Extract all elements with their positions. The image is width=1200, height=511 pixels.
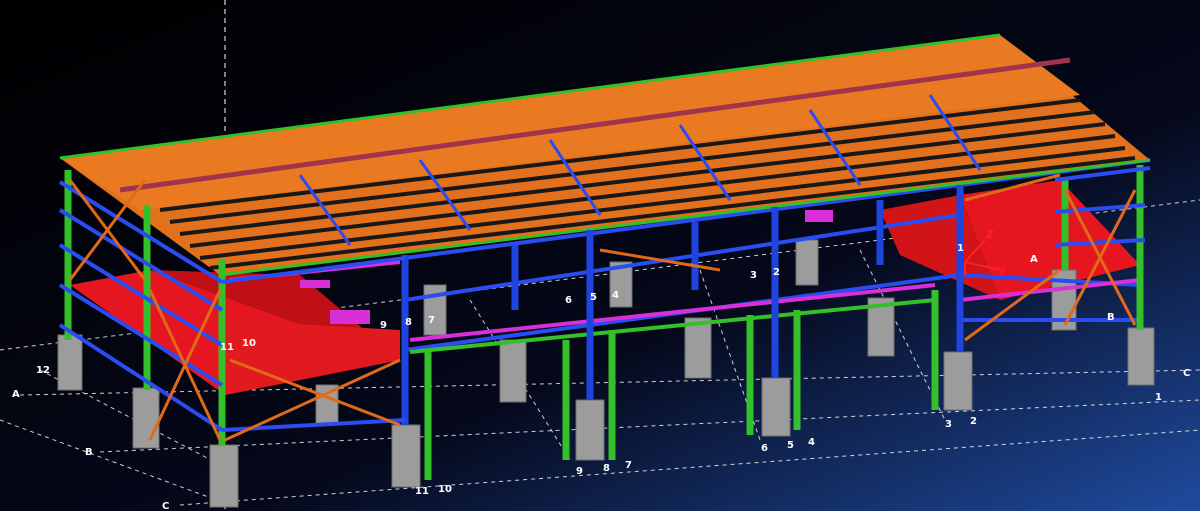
grid-label-8-mid: 8 xyxy=(405,317,412,328)
grid-label-1-mid: 1 xyxy=(957,243,964,254)
structure-3d-view[interactable]: A B C A B C 12 11 10 9 8 7 6 5 4 3 2 1 1… xyxy=(0,0,1200,511)
grid-label-4-mid: 4 xyxy=(612,290,619,301)
grid-label-8-front: 8 xyxy=(603,463,610,474)
grid-label-6-mid: 6 xyxy=(565,295,572,306)
grid-label-4-front: 4 xyxy=(808,437,815,448)
grid-label-2-front: 2 xyxy=(970,416,977,427)
grid-label-11-mid: 11 xyxy=(220,342,234,353)
model-viewport[interactable]: A B C A B C 12 11 10 9 8 7 6 5 4 3 2 1 1… xyxy=(0,0,1200,511)
grid-label-c-back: C xyxy=(1183,368,1190,379)
grid-label-11-front: 11 xyxy=(415,486,429,497)
grid-label-1-front: 1 xyxy=(1155,392,1162,403)
grid-label-7-mid: 7 xyxy=(428,315,435,326)
grid-label-c-front: C xyxy=(162,501,169,511)
grid-label-b-back: B xyxy=(1107,312,1115,323)
grid-label-3-front: 3 xyxy=(945,419,952,430)
grid-label-2-mid: 2 xyxy=(773,267,780,278)
grid-label-6-front: 6 xyxy=(761,443,768,454)
grid-label-7-front: 7 xyxy=(625,460,632,471)
grid-label-a-back: A xyxy=(1030,254,1038,265)
grid-label-5-front: 5 xyxy=(787,440,794,451)
axis-y-label: Y xyxy=(997,265,1007,278)
grid-label-b-front: B xyxy=(85,447,93,458)
axis-z-label: Z xyxy=(986,228,994,241)
grid-label-12: 12 xyxy=(36,365,50,376)
grid-label-5-mid: 5 xyxy=(590,292,597,303)
grid-label-10-front: 10 xyxy=(438,484,452,495)
grid-label-9-front: 9 xyxy=(576,466,583,477)
grid-label-3-mid: 3 xyxy=(750,270,757,281)
grid-label-10-mid: 10 xyxy=(242,338,256,349)
grid-label-9-mid: 9 xyxy=(380,320,387,331)
grid-label-a-front: A xyxy=(12,389,20,400)
